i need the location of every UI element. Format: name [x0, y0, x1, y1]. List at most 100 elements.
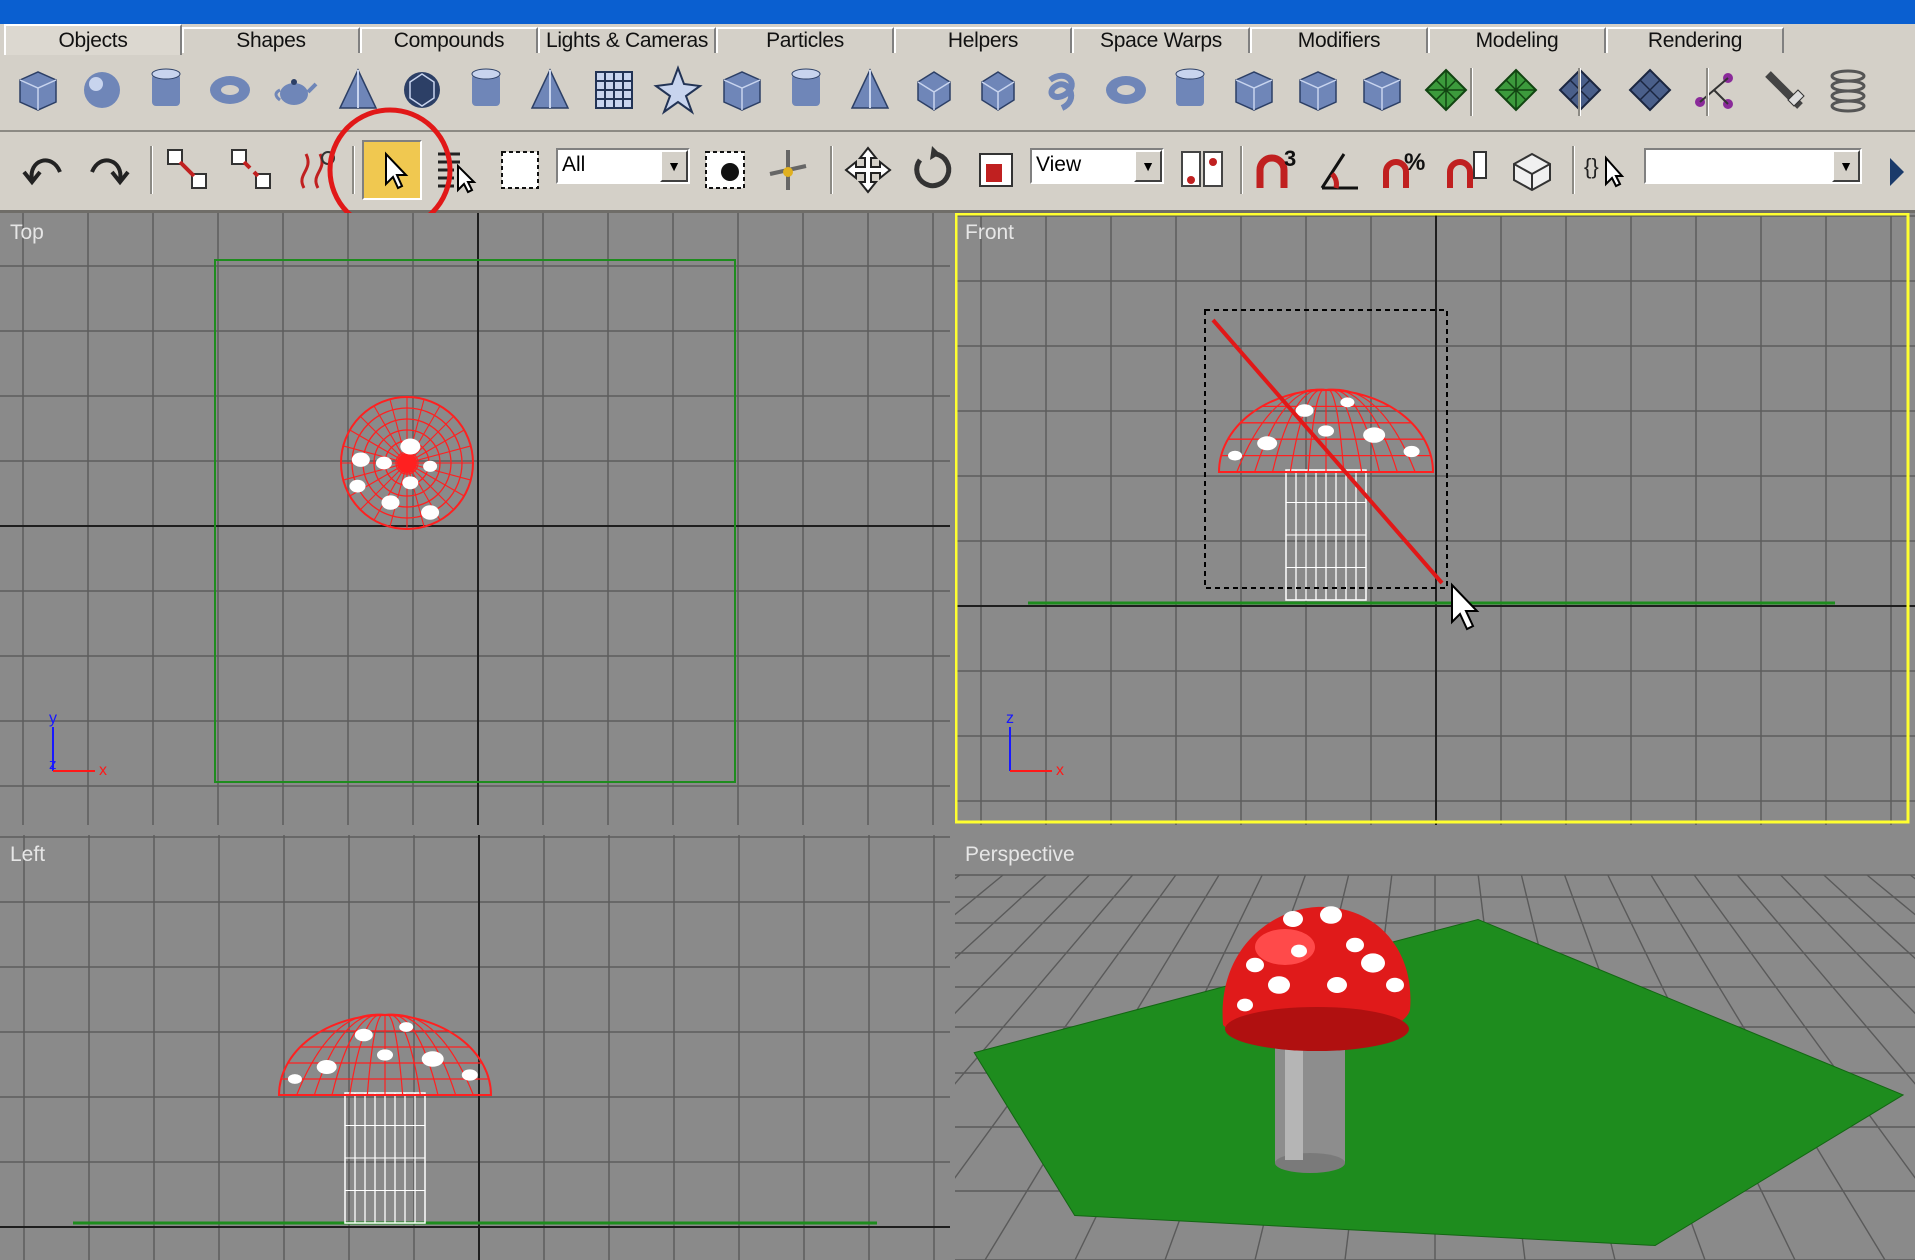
- grid-green2-icon[interactable]: [1490, 64, 1542, 116]
- l-ext-icon[interactable]: [1228, 64, 1280, 116]
- mushroom-spot: [1246, 957, 1264, 973]
- torus-knot-icon[interactable]: [1036, 64, 1088, 116]
- mushroom-spot: [399, 1022, 414, 1032]
- viewport-background: [0, 835, 950, 1260]
- gengon-icon[interactable]: [908, 64, 960, 116]
- pivot-icon[interactable]: [1176, 144, 1228, 196]
- mushroom-spot: [1237, 998, 1253, 1012]
- percent-snap-icon[interactable]: %: [1378, 144, 1430, 196]
- mushroom-spot: [1320, 906, 1342, 924]
- rotate-icon[interactable]: [906, 144, 958, 196]
- toolbar-more-icon[interactable]: [1880, 152, 1910, 192]
- cylinder-icon[interactable]: [140, 64, 192, 116]
- mushroom-3d-stem: [1275, 1045, 1345, 1173]
- undo-icon[interactable]: [18, 144, 70, 196]
- edit-named-selection-icon[interactable]: [1506, 144, 1558, 196]
- window-title-bar: [0, 0, 1915, 24]
- sphere-icon[interactable]: [76, 64, 128, 116]
- capsule-icon[interactable]: [1164, 64, 1216, 116]
- viewport-area: yxz Top zx Front Left Perspective: [0, 213, 1915, 1260]
- axis-gizmo-label: x: [99, 762, 107, 779]
- chevron-down-icon: ▼: [1134, 150, 1162, 182]
- viewport-background: [0, 213, 950, 825]
- axis-gizmo-label: x: [1056, 762, 1064, 779]
- mushroom-spot: [375, 456, 392, 470]
- spring-icon[interactable]: [1822, 64, 1874, 116]
- rect-region-icon[interactable]: [494, 144, 546, 196]
- oil-tank-icon[interactable]: [780, 64, 832, 116]
- hedra-icon[interactable]: [652, 64, 704, 116]
- c-ext-icon[interactable]: [1292, 64, 1344, 116]
- viewport-top[interactable]: y x z Top: [0, 213, 950, 825]
- link-icon[interactable]: [162, 144, 214, 196]
- mushroom-spot: [1386, 977, 1404, 993]
- snap-3d-icon[interactable]: 3: [1250, 144, 1302, 196]
- tab-shapes[interactable]: Shapes: [182, 27, 360, 53]
- mushroom-spot: [1291, 944, 1307, 958]
- viewport-front[interactable]: zx Front: [955, 213, 1915, 825]
- mushroom-spot: [1346, 937, 1364, 953]
- mushroom-spot: [400, 438, 421, 455]
- mushroom-spot: [316, 1060, 337, 1074]
- chevron-down-icon: ▼: [660, 150, 688, 182]
- chamfer-box-icon[interactable]: [716, 64, 768, 116]
- svg-text:{}: {}: [1584, 154, 1599, 179]
- named-selection-sets-icon[interactable]: {}: [1582, 144, 1634, 196]
- window-crossing-icon[interactable]: [700, 144, 752, 196]
- viewport-perspective[interactable]: Perspective: [955, 835, 1915, 1260]
- viewport-left-canvas: [0, 835, 950, 1260]
- named-selection-dropdown[interactable]: ▼: [1644, 148, 1862, 184]
- selection-filter-dropdown[interactable]: All ▼: [556, 148, 690, 184]
- teapot-icon[interactable]: [268, 64, 320, 116]
- mushroom-spot: [351, 452, 370, 467]
- selection-filter-value: All: [562, 153, 586, 176]
- redo-icon[interactable]: [82, 144, 134, 196]
- hose-icon[interactable]: [1356, 64, 1408, 116]
- tube-icon[interactable]: [460, 64, 512, 116]
- tab-space-warps[interactable]: Space Warps: [1072, 27, 1250, 53]
- scale-icon[interactable]: [970, 144, 1022, 196]
- chevron-down-icon: ▼: [1832, 150, 1860, 182]
- tab-helpers[interactable]: Helpers: [894, 27, 1072, 53]
- select-manipulate-icon[interactable]: [762, 144, 814, 196]
- tab-particles[interactable]: Particles: [716, 27, 894, 53]
- axis-gizmo-label: z: [1006, 710, 1014, 727]
- ring-wave-icon[interactable]: [1100, 64, 1152, 116]
- spinner-snap-icon[interactable]: [1442, 144, 1494, 196]
- grid-dark2-icon[interactable]: [1624, 64, 1676, 116]
- tab-modifiers[interactable]: Modifiers: [1250, 27, 1428, 53]
- mushroom-spot: [1327, 977, 1347, 993]
- mushroom-spot: [1228, 450, 1243, 461]
- angle-snap-icon[interactable]: [1314, 144, 1366, 196]
- box-icon[interactable]: [12, 64, 64, 116]
- mushroom-spot: [421, 505, 440, 520]
- mushroom-spot: [349, 479, 366, 493]
- pyramid-icon[interactable]: [524, 64, 576, 116]
- mushroom-spot: [1340, 397, 1355, 408]
- viewport-label: Perspective: [965, 843, 1075, 866]
- tab-rendering[interactable]: Rendering: [1606, 27, 1784, 53]
- mushroom-spot: [381, 495, 400, 510]
- plane-icon[interactable]: [588, 64, 640, 116]
- mushroom-spot: [1318, 425, 1334, 437]
- prism-icon[interactable]: [972, 64, 1024, 116]
- bone-icon[interactable]: [1688, 64, 1740, 116]
- mushroom-spot: [354, 1028, 373, 1042]
- grid-green-icon[interactable]: [1420, 64, 1472, 116]
- tab-objects[interactable]: Objects: [4, 24, 182, 55]
- torus-icon[interactable]: [204, 64, 256, 116]
- gizmo-icon[interactable]: [1758, 64, 1810, 116]
- mushroom-spot: [423, 460, 438, 472]
- move-icon[interactable]: [842, 144, 894, 196]
- viewport-label: Top: [10, 221, 44, 244]
- spindle-icon[interactable]: [844, 64, 896, 116]
- tab-modeling[interactable]: Modeling: [1428, 27, 1606, 53]
- reference-coord-dropdown[interactable]: View ▼: [1030, 148, 1164, 184]
- tab-lights-cameras[interactable]: Lights & Cameras: [538, 27, 716, 53]
- objects-toolbar: [0, 54, 1915, 132]
- unlink-icon[interactable]: [226, 144, 278, 196]
- viewport-perspective-canvas: [955, 835, 1915, 1260]
- mushroom-spot: [1363, 427, 1386, 443]
- viewport-left[interactable]: Left: [0, 835, 950, 1260]
- tab-compounds[interactable]: Compounds: [360, 27, 538, 53]
